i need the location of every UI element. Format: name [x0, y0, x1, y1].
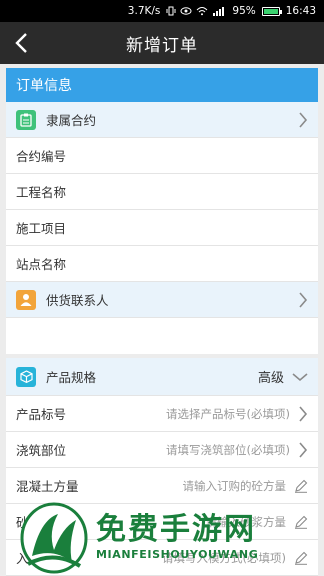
contract-selector[interactable]: 隶属合约: [6, 102, 318, 138]
order-info-title: 订单信息: [16, 78, 72, 94]
product-grade-label: 产品标号: [16, 407, 67, 422]
mortar-placeholder: 请输入砂浆方量: [205, 514, 287, 529]
product-spec-card: 产品规格 高级 产品标号 请选择产品标号(必填项) 浇筑部位 请填写浇筑部位(必…: [6, 358, 318, 576]
product-spec-title: 产品规格: [46, 370, 97, 385]
contract-label: 隶属合约: [46, 113, 97, 128]
battery-percent: 95%: [232, 5, 256, 17]
pencil-icon: [295, 551, 308, 565]
back-button[interactable]: [8, 29, 36, 57]
chevron-right-icon: [299, 111, 308, 128]
box-icon: [16, 366, 36, 387]
placement-method-placeholder: 请填写入模方式(必填项): [162, 550, 286, 565]
contract-number-field[interactable]: 合约编号: [6, 138, 318, 174]
mortar-field[interactable]: 砂浆 请输入砂浆方量: [6, 504, 318, 540]
chevron-right-icon: [299, 441, 308, 458]
product-spec-header[interactable]: 产品规格 高级: [6, 358, 318, 396]
clock: 16:43: [285, 5, 316, 17]
order-info-header: 订单信息: [6, 68, 318, 102]
supply-contact-selector[interactable]: 供货联系人: [6, 282, 318, 318]
person-icon: [16, 289, 36, 310]
vibrate-icon: [166, 6, 176, 16]
mortar-label: 砂浆: [16, 515, 42, 530]
chevron-right-icon: [299, 291, 308, 308]
status-icons: [166, 6, 226, 16]
product-grade-placeholder: 请选择产品标号(必填项): [166, 406, 290, 421]
concrete-volume-label: 混凝土方量: [16, 479, 79, 494]
pencil-icon: [295, 479, 308, 493]
pour-location-field[interactable]: 浇筑部位 请填写浇筑部位(必填项): [6, 432, 318, 468]
pour-location-label: 浇筑部位: [16, 443, 67, 458]
battery-icon: [261, 6, 282, 16]
product-grade-field[interactable]: 产品标号 请选择产品标号(必填项): [6, 396, 318, 432]
supply-contact-label: 供货联系人: [46, 293, 109, 308]
placement-method-field[interactable]: 入模方式 请填写入模方式(必填项): [6, 540, 318, 576]
signal-icon: [213, 7, 225, 16]
title-bar: 新增订单: [0, 22, 324, 64]
chevron-left-icon: [15, 33, 27, 53]
network-speed: 3.7K/s: [127, 5, 161, 17]
battery-level: [263, 8, 278, 14]
eye-icon: [180, 7, 192, 15]
concrete-volume-placeholder: 请输入订购的砼方量: [182, 478, 287, 493]
site-name-label: 站点名称: [16, 257, 67, 272]
project-name-label: 工程名称: [16, 185, 67, 200]
site-name-field[interactable]: 站点名称: [6, 246, 318, 282]
clipboard-icon: [16, 109, 36, 130]
construction-item-label: 施工项目: [16, 221, 67, 236]
contract-number-label: 合约编号: [16, 149, 67, 164]
status-bar: 3.7K/s 95% 16:43: [0, 0, 324, 22]
page-title: 新增订单: [126, 35, 198, 56]
pour-location-placeholder: 请填写浇筑部位(必填项): [166, 442, 290, 457]
construction-item-field[interactable]: 施工项目: [6, 210, 318, 246]
chevron-right-icon: [299, 405, 308, 422]
order-info-card: 订单信息 隶属合约 合约编号 工程名称 施工项目 站点名称 供货联系人: [6, 68, 318, 354]
spec-mode-value: 高级: [257, 371, 284, 386]
chevron-down-icon: [292, 372, 308, 381]
pencil-icon: [295, 515, 308, 529]
concrete-volume-field[interactable]: 混凝土方量 请输入订购的砼方量: [6, 468, 318, 504]
wifi-icon: [197, 7, 208, 16]
project-name-field[interactable]: 工程名称: [6, 174, 318, 210]
placement-method-label: 入模方式: [16, 551, 67, 566]
